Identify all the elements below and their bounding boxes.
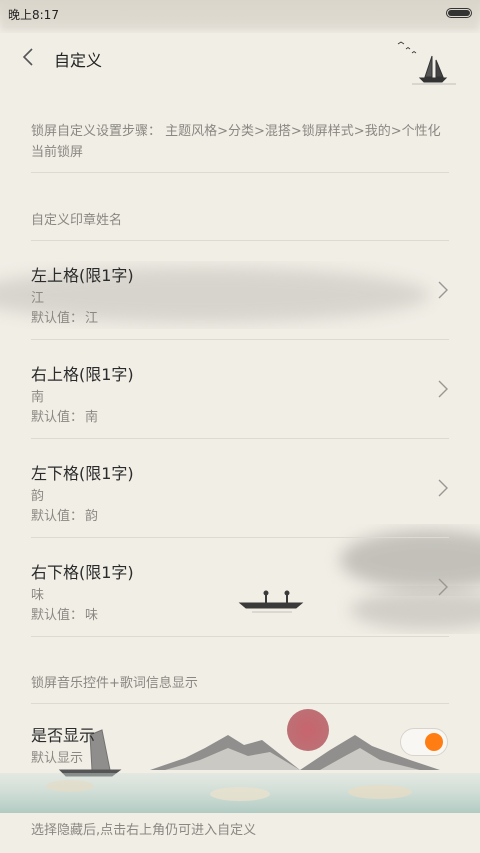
row-title: 左下格(限1字) — [31, 464, 134, 483]
seal-row-bottom-left[interactable]: 左下格(限1字) 韵 默认值：韵 — [0, 439, 480, 537]
row-title: 左上格(限1字) — [31, 266, 134, 285]
row-subtitle: 默认显示 — [31, 751, 84, 766]
row-value: 南 — [31, 390, 45, 405]
section-title-music: 锁屏音乐控件+歌词信息显示 — [31, 676, 198, 691]
row-title: 右上格(限1字) — [31, 365, 134, 384]
default-label: 默认值： — [31, 608, 84, 623]
default-value: 味 — [85, 608, 99, 623]
default-value: 南 — [85, 410, 99, 425]
toggle-knob — [425, 733, 443, 751]
row-default: 默认值：味 — [31, 604, 98, 623]
seal-row-top-right[interactable]: 右上格(限1字) 南 默认值：南 — [0, 340, 480, 438]
status-bar: 晚上8:17 — [0, 0, 480, 26]
chevron-right-icon — [438, 578, 448, 596]
row-default: 默认值：韵 — [31, 505, 98, 524]
settings-list: 锁屏自定义设置步骤： 主题风格>分类>混搭>锁屏样式>我的>个性化当前锁屏 自定… — [0, 0, 480, 853]
default-value: 江 — [85, 311, 99, 326]
status-time: 晚上8:17 — [8, 8, 59, 22]
row-default: 默认值：南 — [31, 406, 98, 425]
row-default: 默认值：江 — [31, 307, 98, 326]
seal-row-bottom-right[interactable]: 右下格(限1字) 味 默认值：味 — [0, 538, 480, 636]
default-label: 默认值： — [31, 509, 84, 524]
divider — [31, 636, 449, 637]
battery-icon — [446, 8, 472, 18]
title-bar: 自定义 — [0, 26, 480, 88]
chevron-right-icon — [438, 281, 448, 299]
chevron-right-icon — [438, 380, 448, 398]
row-title: 右下格(限1字) — [31, 563, 134, 582]
footer-note: 选择隐藏后,点击右上角仍可进入自定义 — [31, 823, 257, 838]
seal-row-top-left[interactable]: 左上格(限1字) 江 默认值：江 — [0, 241, 480, 339]
default-value: 韵 — [85, 509, 99, 524]
default-label: 默认值： — [31, 410, 84, 425]
row-value: 江 — [31, 291, 45, 306]
setup-description: 锁屏自定义设置步骤： 主题风格>分类>混搭>锁屏样式>我的>个性化当前锁屏 — [31, 124, 441, 160]
show-music-toggle[interactable] — [400, 728, 448, 756]
row-value: 韵 — [31, 489, 45, 504]
row-title: 是否显示 — [31, 726, 96, 745]
divider — [31, 172, 449, 173]
section-title-seal: 自定义印章姓名 — [31, 213, 123, 228]
row-value: 味 — [31, 588, 45, 603]
page-title: 自定义 — [54, 51, 103, 70]
chevron-left-icon[interactable] — [14, 42, 44, 72]
default-label: 默认值： — [31, 311, 84, 326]
chevron-right-icon — [438, 479, 448, 497]
